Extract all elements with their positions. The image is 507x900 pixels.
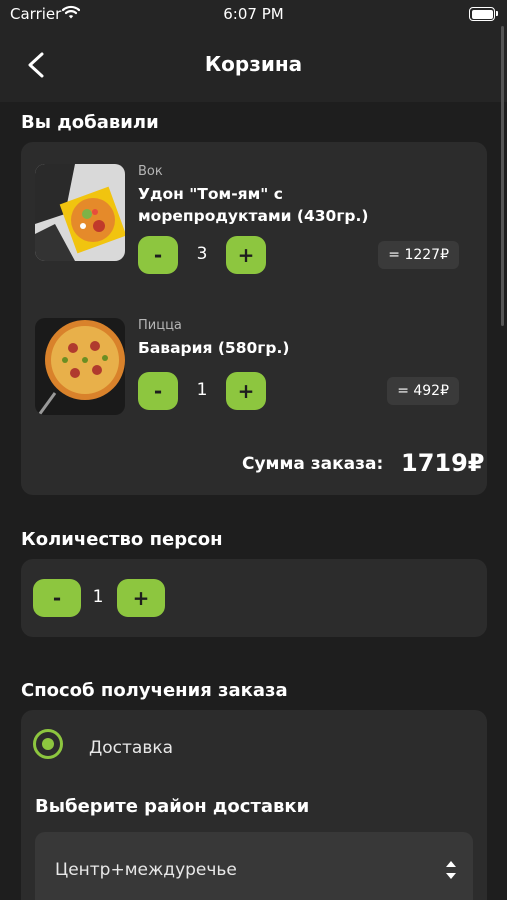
item-price: = 1227₽	[378, 241, 459, 269]
item-quantity: 1	[196, 380, 208, 400]
increase-quantity-button[interactable]: +	[226, 372, 266, 410]
scrollbar[interactable]	[501, 26, 504, 326]
decrease-quantity-button[interactable]: -	[138, 372, 178, 410]
pizza-image	[35, 318, 125, 415]
status-bar: Carrier 6:07 PM	[0, 0, 507, 30]
cart-item: Вок Удон "Том-ям" с морепродуктами (430г…	[35, 164, 473, 274]
wok-noodles-image	[35, 164, 125, 261]
order-total-value: 1719₽	[401, 449, 485, 477]
persons-count: 1	[92, 587, 104, 607]
decrease-quantity-button[interactable]: -	[138, 236, 178, 274]
item-name: Бавария (580гр.)	[138, 339, 290, 357]
decrease-persons-button[interactable]: -	[33, 579, 81, 617]
battery-icon	[469, 7, 498, 21]
delivery-method-section-title: Способ получения заказа	[21, 680, 288, 701]
cart-item: Пицца Бавария (580гр.) - 1 + = 492₽	[35, 318, 473, 418]
page-title: Корзина	[204, 52, 303, 76]
item-category: Вок	[138, 164, 163, 179]
cart-card: Вок Удон "Том-ям" с морепродуктами (430г…	[21, 142, 487, 495]
order-total-label: Сумма заказа:	[242, 454, 384, 474]
clock: 6:07 PM	[223, 5, 284, 23]
delivery-card: Доставка Выберите район доставки Центр+м…	[21, 710, 487, 900]
cart-section-title: Вы добавили	[21, 112, 159, 133]
persons-card: - 1 +	[21, 559, 487, 637]
item-price: = 492₽	[387, 377, 459, 405]
district-title: Выберите район доставки	[35, 796, 310, 817]
delivery-radio-button[interactable]	[33, 729, 63, 759]
up-down-chevron-icon	[446, 861, 456, 879]
navigation-bar: Корзина	[0, 30, 507, 102]
increase-quantity-button[interactable]: +	[226, 236, 266, 274]
item-category: Пицца	[138, 318, 182, 333]
item-name: Удон "Том-ям" с морепродуктами (430гр.)	[138, 185, 369, 225]
district-select[interactable]: Центр+междуречье	[35, 832, 473, 900]
item-quantity: 3	[196, 244, 208, 264]
district-select-value: Центр+междуречье	[55, 860, 237, 880]
persons-section-title: Количество персон	[21, 529, 223, 550]
increase-persons-button[interactable]: +	[117, 579, 165, 617]
delivery-option-label[interactable]: Доставка	[89, 738, 173, 758]
